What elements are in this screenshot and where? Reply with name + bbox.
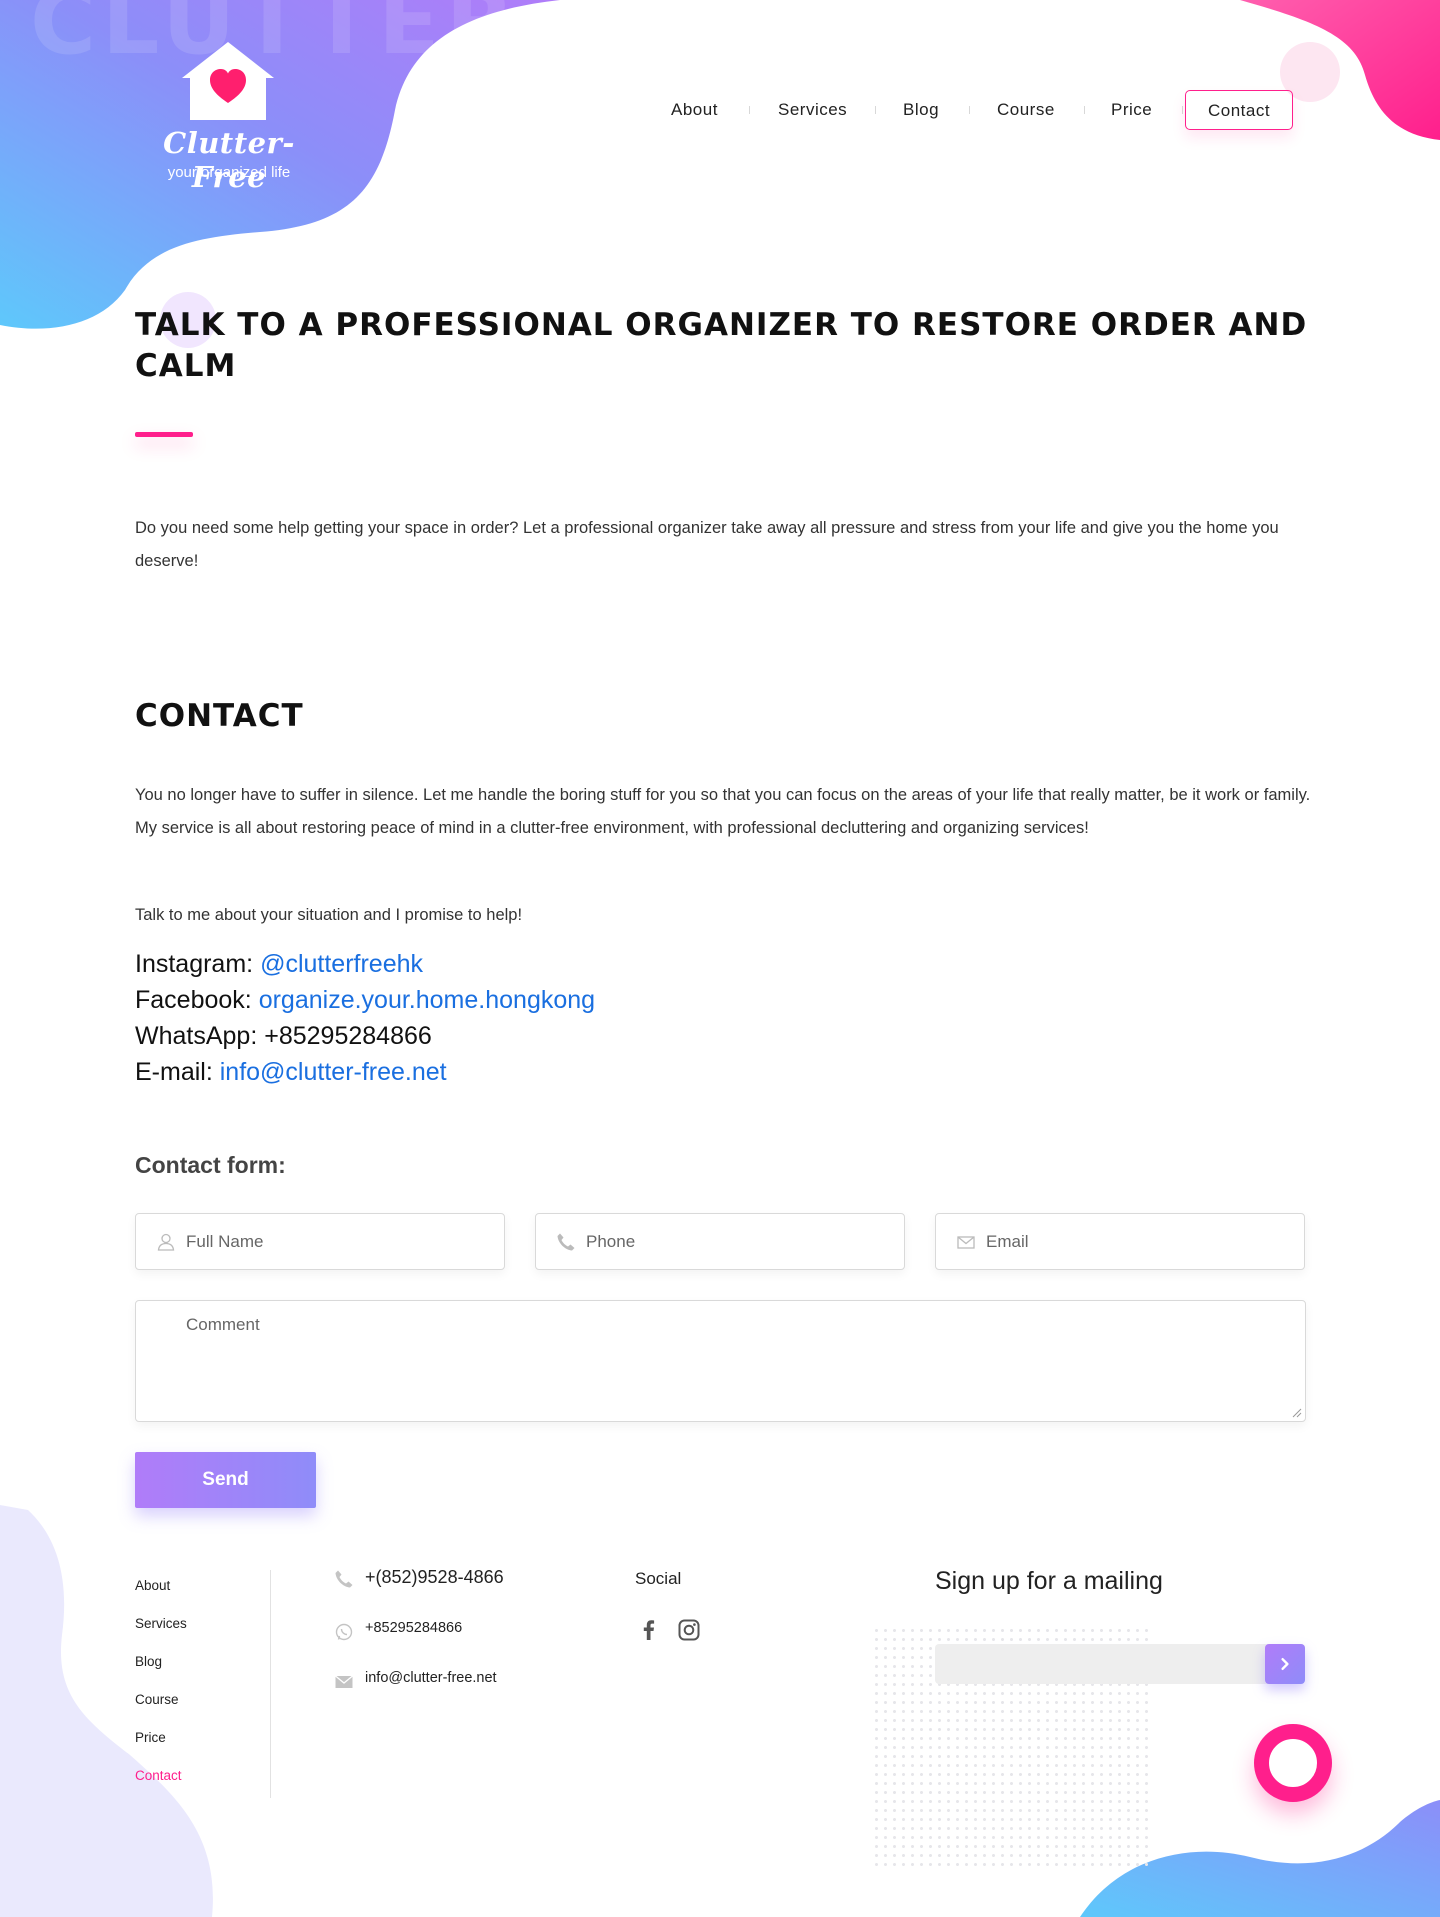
social-title: Social — [635, 1569, 682, 1588]
envelope-icon — [957, 1236, 975, 1249]
nav-item-blog[interactable]: Blog — [903, 90, 939, 130]
footer-email-address: info@clutter-free.net — [365, 1670, 497, 1686]
contact-title: CONTACT — [135, 698, 304, 734]
nav-separator — [1084, 106, 1085, 114]
contact-form-heading: Contact form: — [135, 1152, 286, 1178]
site-logo[interactable]: Clutter-Free your organized life — [134, 40, 324, 194]
nav-item-about[interactable]: About — [671, 90, 718, 130]
phone-input[interactable] — [586, 1214, 886, 1269]
phone-field — [535, 1213, 905, 1270]
footer-nav-course[interactable]: Course — [135, 1692, 179, 1707]
email-link[interactable]: info@clutter-free.net — [220, 1058, 447, 1086]
comment-field — [135, 1300, 1306, 1422]
decorative-ring — [1254, 1724, 1332, 1802]
house-heart-icon — [182, 42, 274, 120]
footer-nav-price[interactable]: Price — [135, 1730, 166, 1745]
chevron-right-icon — [1281, 1658, 1289, 1670]
whatsapp-icon — [335, 1623, 353, 1641]
whatsapp-label: WhatsApp: — [135, 1022, 258, 1050]
nav-item-price[interactable]: Price — [1111, 90, 1152, 130]
facebook-line: Facebook: organize.your.home.hongkong — [135, 982, 595, 1018]
instagram-line: Instagram: @clutterfreehk — [135, 946, 595, 982]
nav-separator — [749, 106, 750, 114]
whatsapp-line: WhatsApp: +85295284866 — [135, 1018, 595, 1054]
footer-nav-contact[interactable]: Contact — [135, 1768, 182, 1783]
nav-item-services[interactable]: Services — [778, 90, 847, 130]
facebook-icon[interactable] — [637, 1618, 661, 1642]
hero-text: Do you need some help getting your space… — [135, 519, 1279, 570]
nav-item-course[interactable]: Course — [997, 90, 1055, 130]
mailing-email-input[interactable] — [935, 1644, 1305, 1684]
contact-paragraph: You no longer have to suffer in silence.… — [135, 786, 1311, 837]
mailing-submit-button[interactable] — [1265, 1644, 1305, 1684]
footer-divider — [270, 1570, 271, 1798]
email-label: E-mail: — [135, 1058, 213, 1086]
footer-nav-blog[interactable]: Blog — [135, 1654, 162, 1669]
footer-whatsapp-number: +85295284866 — [365, 1620, 463, 1636]
instagram-label: Instagram: — [135, 950, 254, 978]
footer-nav-about[interactable]: About — [135, 1578, 170, 1593]
facebook-link[interactable]: organize.your.home.hongkong — [259, 986, 595, 1014]
contact-paragraph: Talk to me about your situation and I pr… — [135, 906, 523, 924]
contact-details: Instagram: @clutterfreehk Facebook: orga… — [135, 946, 595, 1090]
facebook-label: Facebook: — [135, 986, 252, 1014]
nav-item-contact[interactable]: Contact — [1185, 90, 1294, 130]
brand-name: Clutter-Free — [163, 126, 295, 194]
phone-icon — [335, 1570, 353, 1588]
full-name-field — [135, 1213, 505, 1270]
instagram-link[interactable]: @clutterfreehk — [260, 950, 423, 978]
full-name-input[interactable] — [186, 1214, 486, 1269]
email-input[interactable] — [986, 1214, 1286, 1269]
whatsapp-number: +85295284866 — [264, 1022, 432, 1050]
nav-separator — [1182, 106, 1183, 114]
hero-title: TALK TO A PROFESSIONAL ORGANIZER TO REST… — [135, 307, 1308, 384]
send-button[interactable]: Send — [135, 1452, 316, 1508]
footer-nav-services[interactable]: Services — [135, 1616, 187, 1631]
nav-separator — [875, 106, 876, 114]
envelope-icon — [335, 1675, 353, 1688]
footer-phone-number: +(852)9528-4866 — [365, 1567, 504, 1587]
phone-icon — [557, 1233, 575, 1251]
resize-grip-icon[interactable] — [1292, 1408, 1302, 1418]
footer-lavender-blob — [0, 1505, 213, 1917]
title-underline — [135, 432, 193, 437]
email-line: E-mail: info@clutter-free.net — [135, 1054, 595, 1090]
email-field — [935, 1213, 1305, 1270]
comment-textarea[interactable] — [186, 1315, 1286, 1409]
user-icon — [157, 1233, 175, 1251]
brand-tagline: your organized life — [167, 164, 291, 181]
instagram-icon[interactable] — [677, 1618, 701, 1642]
nav-separator — [969, 106, 970, 114]
mailing-title: Sign up for a mailing — [935, 1567, 1163, 1595]
